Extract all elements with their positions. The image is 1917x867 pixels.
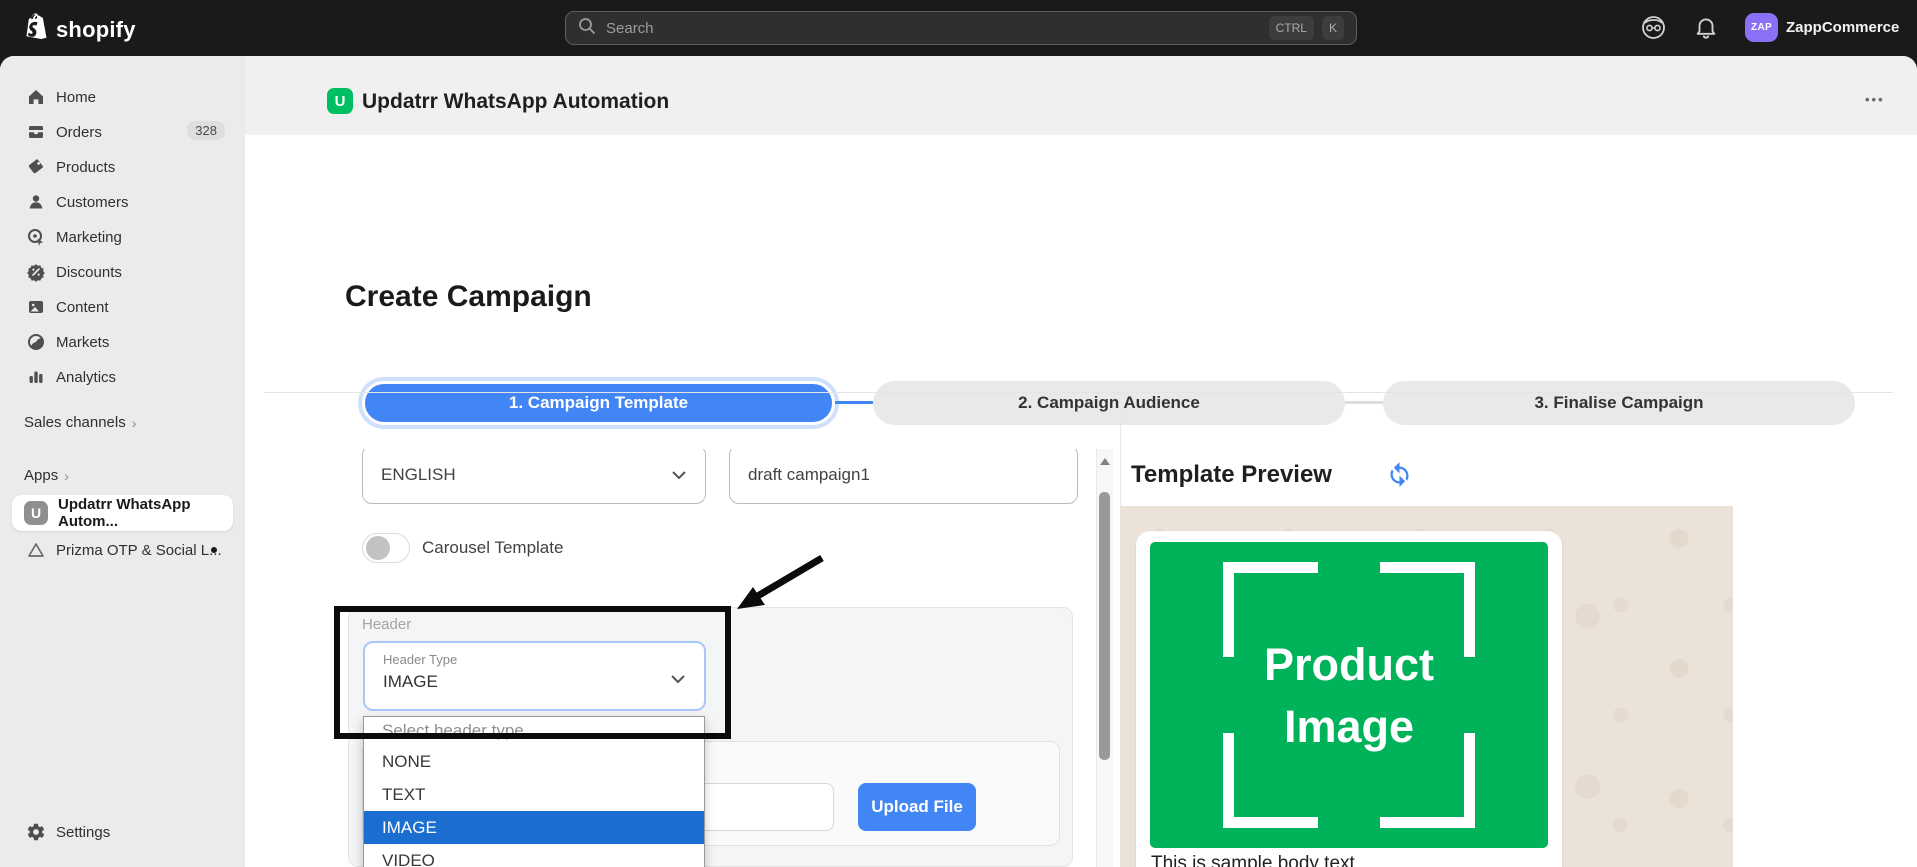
sidekick-icon[interactable] bbox=[1640, 14, 1667, 46]
step-campaign-template[interactable]: 1. Campaign Template bbox=[362, 381, 835, 425]
whatsapp-preview: Product Image This is sample body text T… bbox=[1120, 506, 1733, 867]
sidebar-section-sales-channels[interactable]: Sales channels › bbox=[24, 414, 136, 431]
bell-icon[interactable] bbox=[1693, 14, 1719, 45]
campaign-name-input[interactable] bbox=[729, 449, 1078, 504]
sidebar-item-home[interactable]: Home bbox=[12, 80, 233, 114]
sidebar-item-label: Marketing bbox=[56, 229, 122, 246]
sidebar-item-content[interactable]: Content bbox=[12, 290, 233, 324]
prizma-app-icon bbox=[26, 540, 46, 560]
scrollbar-thumb[interactable] bbox=[1099, 492, 1110, 760]
annotation-arrow bbox=[690, 527, 860, 642]
svg-text:$: $ bbox=[37, 340, 42, 350]
customers-icon bbox=[26, 192, 46, 212]
markets-icon: $ bbox=[26, 332, 46, 352]
screen: shopify Search CTRL K ZAP ZappCommerce H… bbox=[0, 0, 1917, 867]
sidebar-item-customers[interactable]: Customers bbox=[12, 185, 233, 219]
upload-file-button[interactable]: Upload File bbox=[858, 783, 976, 831]
sidebar-item-markets[interactable]: $ Markets bbox=[12, 325, 233, 359]
sidebar-item-label: Settings bbox=[56, 824, 110, 841]
shopify-logo[interactable]: shopify bbox=[24, 13, 136, 46]
step-label: 1. Campaign Template bbox=[509, 393, 688, 413]
scroll-up-arrow[interactable] bbox=[1100, 458, 1110, 465]
sidebar-item-label: Prizma OTP & Social L... bbox=[56, 542, 222, 559]
discounts-icon bbox=[26, 262, 46, 282]
sidebar-item-analytics[interactable]: Analytics bbox=[12, 360, 233, 394]
sidebar: Home Orders 328 Products Customers Marke… bbox=[0, 56, 245, 867]
marketing-icon bbox=[26, 227, 46, 247]
sidebar-item-label: Home bbox=[56, 89, 96, 106]
step-campaign-audience[interactable]: 2. Campaign Audience bbox=[873, 381, 1345, 425]
search-bar[interactable]: Search CTRL K bbox=[565, 11, 1357, 45]
language-select[interactable]: ENGLISH bbox=[362, 449, 706, 504]
refresh-icon[interactable] bbox=[1386, 461, 1413, 493]
home-icon bbox=[26, 87, 46, 107]
page-title: Create Campaign bbox=[345, 280, 592, 314]
sidebar-item-label: Content bbox=[56, 299, 109, 316]
placeholder-text: Product Image bbox=[1199, 634, 1499, 758]
preview-title: Template Preview bbox=[1131, 461, 1332, 489]
sidebar-item-label: Orders bbox=[56, 124, 102, 141]
search-placeholder: Search bbox=[606, 20, 1261, 37]
annotation-box bbox=[334, 606, 731, 739]
orders-count-badge: 328 bbox=[187, 121, 225, 140]
divider bbox=[264, 392, 1893, 393]
account-name[interactable]: ZappCommerce bbox=[1786, 19, 1899, 36]
kbd-k: K bbox=[1322, 16, 1344, 40]
step-finalise-campaign[interactable]: 3. Finalise Campaign bbox=[1383, 381, 1855, 425]
dropdown-option-image[interactable]: IMAGE bbox=[364, 811, 704, 844]
step-label: 3. Finalise Campaign bbox=[1534, 393, 1703, 413]
sidebar-item-label: Products bbox=[56, 159, 115, 176]
sales-channels-label: Sales channels bbox=[24, 414, 126, 431]
content-icon bbox=[26, 297, 46, 317]
overflow-menu-button[interactable]: ••• bbox=[1865, 92, 1885, 107]
topbar: shopify Search CTRL K ZAP ZappCommerce bbox=[0, 0, 1917, 56]
sidebar-item-label: Markets bbox=[56, 334, 109, 351]
page-app-title: Updatrr WhatsApp Automation bbox=[362, 90, 669, 114]
sidebar-item-label: Analytics bbox=[56, 369, 116, 386]
shopify-wordmark: shopify bbox=[56, 17, 136, 43]
language-value: ENGLISH bbox=[381, 465, 671, 485]
sidebar-item-updatrr-app[interactable]: U Updatrr WhatsApp Autom... bbox=[12, 495, 233, 531]
dropdown-option-video[interactable]: VIDEO bbox=[364, 844, 704, 867]
sidebar-item-discounts[interactable]: Discounts bbox=[12, 255, 233, 289]
sidebar-section-apps[interactable]: Apps › bbox=[24, 467, 69, 484]
chevron-right-icon: › bbox=[132, 415, 137, 431]
analytics-icon bbox=[26, 367, 46, 387]
step-label: 2. Campaign Audience bbox=[1018, 393, 1200, 413]
dropdown-option-text[interactable]: TEXT bbox=[364, 778, 704, 811]
sidebar-item-prizma-app[interactable]: Prizma OTP & Social L... bbox=[12, 533, 233, 567]
orders-icon bbox=[26, 122, 46, 142]
gear-icon bbox=[26, 822, 46, 842]
updatrr-app-icon: U bbox=[24, 501, 48, 525]
kbd-ctrl: CTRL bbox=[1269, 16, 1314, 40]
sidebar-item-marketing[interactable]: Marketing bbox=[12, 220, 233, 254]
step-connector bbox=[835, 401, 873, 404]
shopify-bag-icon bbox=[24, 13, 49, 46]
carousel-toggle-label: Carousel Template bbox=[422, 538, 563, 558]
carousel-toggle[interactable] bbox=[362, 533, 410, 563]
chevron-down-icon bbox=[671, 465, 687, 485]
chevron-right-icon: › bbox=[64, 468, 69, 484]
search-icon bbox=[578, 17, 596, 40]
sidebar-item-orders[interactable]: Orders 328 bbox=[12, 115, 233, 149]
product-image-placeholder: Product Image bbox=[1150, 542, 1548, 848]
preview-body-text: This is sample body text bbox=[1151, 853, 1355, 867]
products-icon bbox=[26, 157, 46, 177]
page-header-band: U Updatrr WhatsApp Automation ••• bbox=[245, 56, 1917, 135]
message-bubble: Product Image This is sample body text T… bbox=[1136, 531, 1562, 867]
app-frame: Home Orders 328 Products Customers Marke… bbox=[0, 56, 1917, 867]
step-connector bbox=[1345, 401, 1383, 404]
app-icon: U bbox=[327, 88, 353, 114]
dropdown-option-none[interactable]: NONE bbox=[364, 745, 704, 778]
sidebar-item-label: Updatrr WhatsApp Autom... bbox=[58, 496, 233, 530]
sidebar-item-label: Customers bbox=[56, 194, 129, 211]
sidebar-item-label: Discounts bbox=[56, 264, 122, 281]
avatar[interactable]: ZAP bbox=[1745, 13, 1778, 42]
sidebar-item-products[interactable]: Products bbox=[12, 150, 233, 184]
notification-dot bbox=[211, 547, 217, 553]
sidebar-item-settings[interactable]: Settings bbox=[12, 815, 233, 849]
toggle-knob bbox=[366, 536, 390, 560]
apps-label: Apps bbox=[24, 467, 58, 484]
